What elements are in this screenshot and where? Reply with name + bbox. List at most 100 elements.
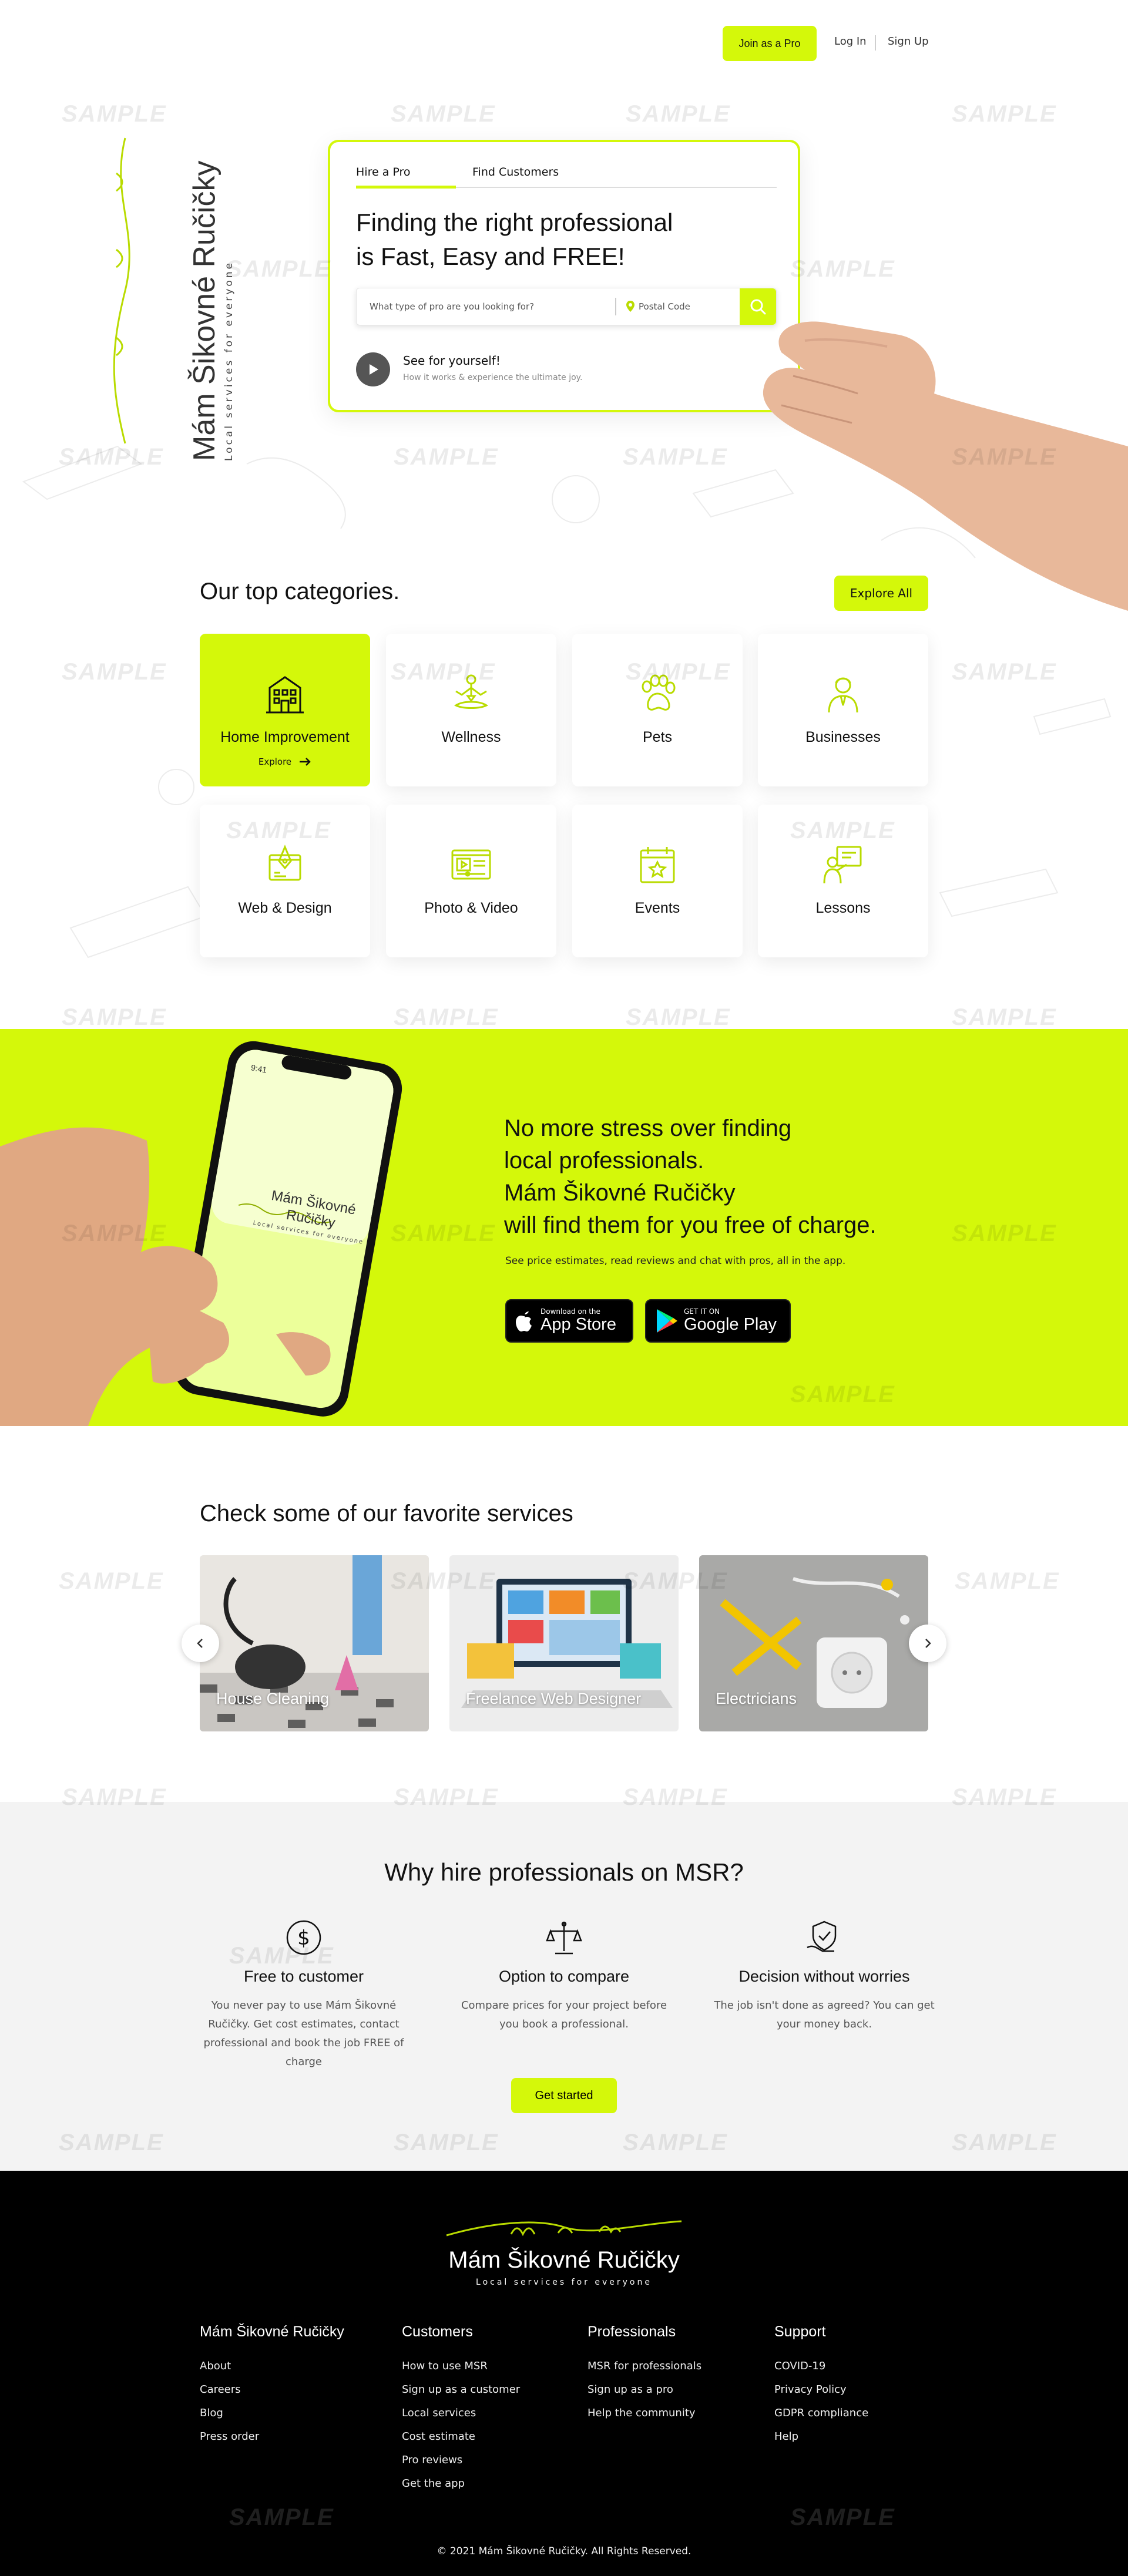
category-card-pets[interactable]: Pets (572, 634, 743, 786)
location-pin-icon (626, 301, 634, 312)
explore-all-button[interactable]: Explore All (834, 576, 928, 611)
signup-link[interactable]: Sign Up (888, 35, 929, 48)
watermark: SAMPLE (955, 1568, 1060, 1594)
search-bar (356, 288, 777, 325)
brand-logo-vertical[interactable]: Mám Šikovné Ručičky Local services for e… (35, 103, 235, 461)
businessman-icon (828, 677, 858, 713)
carousel-next-button[interactable] (909, 1625, 946, 1662)
footer-link-press-order[interactable]: Press order (200, 2425, 344, 2449)
play-video-button[interactable] (356, 352, 390, 386)
google-play-icon (657, 1309, 677, 1333)
footer-link-get-app[interactable]: Get the app (402, 2472, 520, 2496)
postal-code-input[interactable] (639, 288, 738, 325)
why-column-text: Compare prices for your project before y… (461, 1999, 667, 2030)
watermark: SAMPLE (62, 1004, 167, 1030)
why-column-free: $ Free to customer You never pay to use … (192, 1918, 415, 2071)
footer-link-about[interactable]: About (200, 2355, 344, 2378)
footer-link-pro-reviews[interactable]: Pro reviews (402, 2449, 520, 2472)
categories-title: Our top categories. (200, 579, 400, 604)
category-card-lessons[interactable]: Lessons (758, 805, 928, 957)
video-title[interactable]: See for yourself! (403, 354, 501, 368)
hero-title-line2: is Fast, Easy and FREE! (356, 243, 625, 270)
footer-link-covid[interactable]: COVID-19 (774, 2355, 868, 2378)
footer-link-help[interactable]: Help (774, 2425, 868, 2449)
footer-brand-name[interactable]: Mám Šikovné Ručičky (0, 2247, 1128, 2274)
google-play-button[interactable]: GET IT ON Google Play (645, 1299, 791, 1343)
category-card-businesses[interactable]: Businesses (758, 634, 928, 786)
watermark: SAMPLE (394, 1004, 499, 1030)
footer-link-how-to-use[interactable]: How to use MSR (402, 2355, 520, 2378)
footer-column-heading: Mám Šikovné Ručičky (200, 2323, 344, 2340)
apple-icon (516, 1311, 532, 1331)
banner-line4: will find them for you free of charge. (504, 1212, 877, 1238)
banner-line3: Mám Šikovné Ručičky (504, 1180, 736, 1206)
footer-link-cost-estimate[interactable]: Cost estimate (402, 2425, 520, 2449)
hero-title-line1: Finding the right professional (356, 208, 673, 236)
hero-search-card: Hire a Pro Find Customers Finding the ri… (328, 140, 800, 412)
service-label: Freelance Web Designer (466, 1690, 642, 1707)
service-card-electricians[interactable]: Electricians (699, 1555, 928, 1731)
login-link[interactable]: Log In (834, 35, 867, 48)
footer-link-help-community[interactable]: Help the community (588, 2402, 701, 2425)
category-card-web-design[interactable]: Web & Design (200, 805, 370, 957)
category-explore-link[interactable]: Explore (258, 756, 311, 767)
footer-link-gdpr[interactable]: GDPR compliance (774, 2402, 868, 2425)
category-label: Home Improvement (220, 729, 350, 745)
category-card-home-improvement[interactable]: Home Improvement Explore (200, 634, 370, 786)
building-icon (266, 676, 304, 714)
get-started-button[interactable]: Get started (511, 2078, 617, 2113)
app-promo-banner: 9:41 Mám Šikovné Ručičky Local services … (0, 1029, 1128, 1426)
footer-column-heading: Support (774, 2323, 826, 2340)
paw-icon (642, 674, 676, 711)
app-store-button[interactable]: Download on the App Store (505, 1299, 633, 1343)
watermark: SAMPLE (626, 101, 731, 127)
footer-link-signup-pro[interactable]: Sign up as a pro (588, 2378, 701, 2402)
category-label: Pets (642, 729, 673, 745)
watermark: SAMPLE (952, 1004, 1057, 1030)
dollar-coin-icon: $ (286, 1920, 321, 1955)
category-label: Wellness (441, 729, 501, 745)
play-icon (370, 364, 378, 375)
watermark: SAMPLE (790, 256, 895, 282)
chevron-right-icon (925, 1639, 931, 1648)
brand-logo-text: Mám Šikovné Ručičky Local services for e… (187, 161, 235, 461)
footer-link-local-services[interactable]: Local services (402, 2402, 520, 2425)
video-subtitle: How it works & experience the ultimate j… (403, 373, 583, 382)
hand-holding-phone-illustration: 9:41 (0, 1041, 402, 1426)
service-label: Electricians (716, 1690, 797, 1707)
video-player-icon (451, 849, 491, 880)
footer-column-support: Support COVID-19 Privacy Policy GDPR com… (774, 2323, 868, 2449)
service-label: House Cleaning (216, 1690, 330, 1707)
hand-illustration (763, 321, 1128, 611)
watermark: SAMPLE (626, 1004, 731, 1030)
banner-headline: No more stress over finding local profes… (504, 1112, 974, 1242)
hero-title: Finding the right professional is Fast, … (356, 206, 767, 274)
teacher-board-icon (823, 846, 862, 884)
app-store-small-text: Download on the (540, 1307, 600, 1316)
category-card-wellness[interactable]: Wellness (386, 634, 556, 786)
meditation-icon (454, 674, 488, 709)
why-column-text: You never pay to use Mám Šikovné Ručičky… (203, 1999, 404, 2068)
footer-link-signup-customer[interactable]: Sign up as a customer (402, 2378, 520, 2402)
footer-column-company: Mám Šikovné Ručičky About Careers Blog P… (200, 2323, 344, 2449)
category-label: Businesses (805, 729, 881, 745)
footer-link-blog[interactable]: Blog (200, 2402, 344, 2425)
why-column-worries: Decision without worries The job isn't d… (713, 1918, 936, 2034)
tab-find-customers[interactable]: Find Customers (472, 166, 559, 179)
google-play-big-text: Google Play (684, 1315, 777, 1334)
service-card-house-cleaning[interactable]: House Cleaning (200, 1555, 429, 1731)
footer-link-msr-for-pros[interactable]: MSR for professionals (588, 2355, 701, 2378)
watermark: SAMPLE (952, 101, 1057, 127)
carousel-prev-button[interactable] (182, 1625, 219, 1662)
category-card-photo-video[interactable]: Photo & Video (386, 805, 556, 957)
shield-hand-icon (807, 1921, 837, 1952)
footer-link-privacy-policy[interactable]: Privacy Policy (774, 2378, 868, 2402)
footer-brand-tagline: Local services for everyone (476, 2278, 652, 2287)
footer-link-careers[interactable]: Careers (200, 2378, 344, 2402)
join-as-pro-button[interactable]: Join as a Pro (723, 26, 817, 61)
category-card-events[interactable]: Events (572, 805, 743, 957)
design-icon (268, 845, 301, 881)
tab-hire-a-pro[interactable]: Hire a Pro (356, 166, 411, 179)
service-card-freelance-web-designer[interactable]: Freelance Web Designer (449, 1555, 679, 1731)
search-input[interactable] (357, 288, 615, 325)
